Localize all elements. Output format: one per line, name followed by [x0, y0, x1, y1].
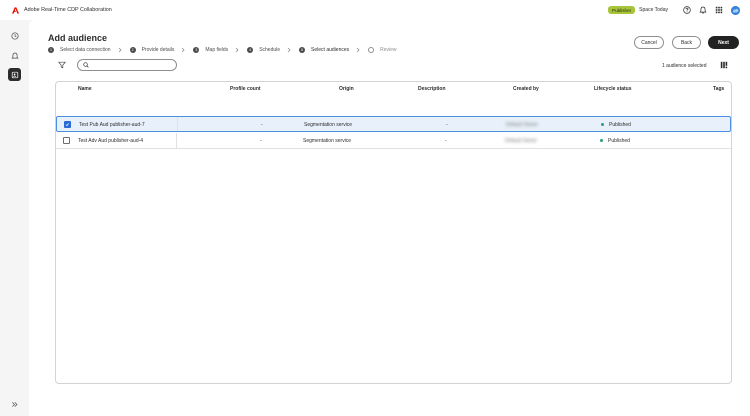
next-button[interactable]: Next	[708, 36, 739, 49]
column-header-description[interactable]: Description	[418, 86, 446, 92]
role-badge: Publisher	[608, 6, 636, 14]
step-label: Provide details	[141, 47, 175, 53]
table-header: Name Profile count Origin Description Cr…	[56, 82, 731, 96]
notifications-bell-icon[interactable]	[698, 5, 708, 15]
audience-name: Test Pub Aud publisher-aud-7	[79, 122, 145, 128]
clock-icon	[10, 31, 19, 40]
top-bar: Adobe Real-Time CDP Collaboration Publis…	[0, 0, 750, 20]
origin: Segmentation service	[303, 138, 352, 144]
search-input[interactable]	[92, 61, 172, 69]
user-avatar[interactable]	[731, 5, 740, 15]
profile-count: -	[260, 138, 262, 144]
column-header-lifecycle-status[interactable]: Lifecycle status	[594, 86, 632, 92]
top-right-controls: Publisher Space Today	[608, 0, 740, 20]
search-icon	[83, 62, 89, 68]
column-divider	[176, 133, 177, 148]
audience-name: Test Adv Aud publisher-aud-4	[78, 138, 144, 144]
column-divider	[177, 117, 178, 131]
rail-item-recent[interactable]	[8, 29, 21, 42]
bell-icon	[10, 52, 19, 60]
step-number: 5	[299, 47, 306, 53]
filter-icon[interactable]	[58, 61, 66, 69]
selected-count: 1 audience selected	[662, 63, 707, 69]
chevron-right-icon	[235, 47, 239, 53]
table-row[interactable]: Test Adv Aud publisher-aud-4 - Segmentat…	[56, 133, 731, 149]
audience-icon	[11, 71, 19, 79]
expand-rail-button[interactable]	[9, 399, 19, 409]
step-number: 2	[129, 47, 136, 53]
audiences-table: Name Profile count Origin Description Cr…	[55, 81, 732, 384]
org-switcher[interactable]: Space Today	[639, 7, 668, 13]
step-label: Select audiences	[311, 47, 350, 53]
step-number: 3	[193, 47, 200, 53]
chevron-right-icon	[181, 47, 185, 53]
page-title: Add audience	[48, 33, 108, 43]
step-schedule: 4 Schedule	[247, 47, 299, 53]
column-header-tags[interactable]: Tags	[713, 86, 724, 92]
step-number: 4	[247, 47, 254, 53]
row-checkbox[interactable]	[63, 137, 70, 144]
chevron-double-right-icon	[11, 401, 18, 408]
search-field[interactable]	[77, 59, 177, 71]
status-dot	[600, 139, 603, 142]
description: -	[445, 138, 447, 144]
rail-item-audiences[interactable]	[8, 68, 21, 81]
origin: Segmentation service	[304, 122, 353, 128]
chevron-right-icon	[356, 47, 360, 53]
adobe-logo-icon	[12, 6, 19, 14]
description: -	[446, 122, 448, 128]
wizard-steps: 1 Select data connection 2 Provide detai…	[48, 46, 397, 54]
step-map-fields: 3 Map fields	[193, 47, 247, 53]
column-header-origin[interactable]: Origin	[339, 86, 354, 92]
left-rail	[0, 20, 29, 416]
brand[interactable]: Adobe Real-Time CDP Collaboration	[12, 6, 112, 14]
check-icon	[65, 123, 69, 126]
created-by: Default Owner	[505, 138, 537, 144]
column-header-profile-count[interactable]: Profile count	[230, 86, 261, 92]
step-label: Review	[380, 47, 397, 53]
chevron-right-icon	[118, 47, 122, 53]
step-label: Schedule	[259, 47, 281, 53]
step-select-audiences: 5 Select audiences	[299, 47, 368, 53]
step-provide-details: 2 Provide details	[129, 47, 194, 53]
cancel-button[interactable]: Cancel	[634, 36, 664, 49]
column-header-name[interactable]: Name	[78, 86, 92, 92]
rail-item-notifications[interactable]	[8, 49, 21, 62]
main-panel: Add audience 1 Select data connection 2 …	[29, 20, 750, 416]
status-dot	[601, 123, 604, 126]
step-number	[368, 47, 375, 53]
step-number: 1	[48, 47, 54, 53]
lifecycle-status: Published	[608, 138, 630, 144]
created-by: Default Owner	[506, 122, 538, 128]
lifecycle-status: Published	[609, 122, 631, 128]
column-header-created-by[interactable]: Created by	[513, 86, 539, 92]
chevron-right-icon	[287, 47, 291, 53]
step-label: Map fields	[205, 47, 229, 53]
step-select-data-connection: 1 Select data connection	[48, 47, 130, 53]
step-label: Select data connection	[60, 47, 111, 53]
step-review: Review	[368, 47, 397, 53]
row-checkbox[interactable]	[64, 121, 71, 128]
app-grid-icon[interactable]	[714, 5, 724, 15]
table-row[interactable]: Test Pub Aud publisher-aud-7 - Segmentat…	[56, 116, 731, 132]
profile-count: -	[261, 122, 263, 128]
app-title: Adobe Real-Time CDP Collaboration	[24, 7, 112, 13]
help-icon[interactable]	[682, 5, 692, 15]
column-settings-icon[interactable]	[720, 61, 728, 69]
back-button[interactable]: Back	[672, 36, 701, 49]
